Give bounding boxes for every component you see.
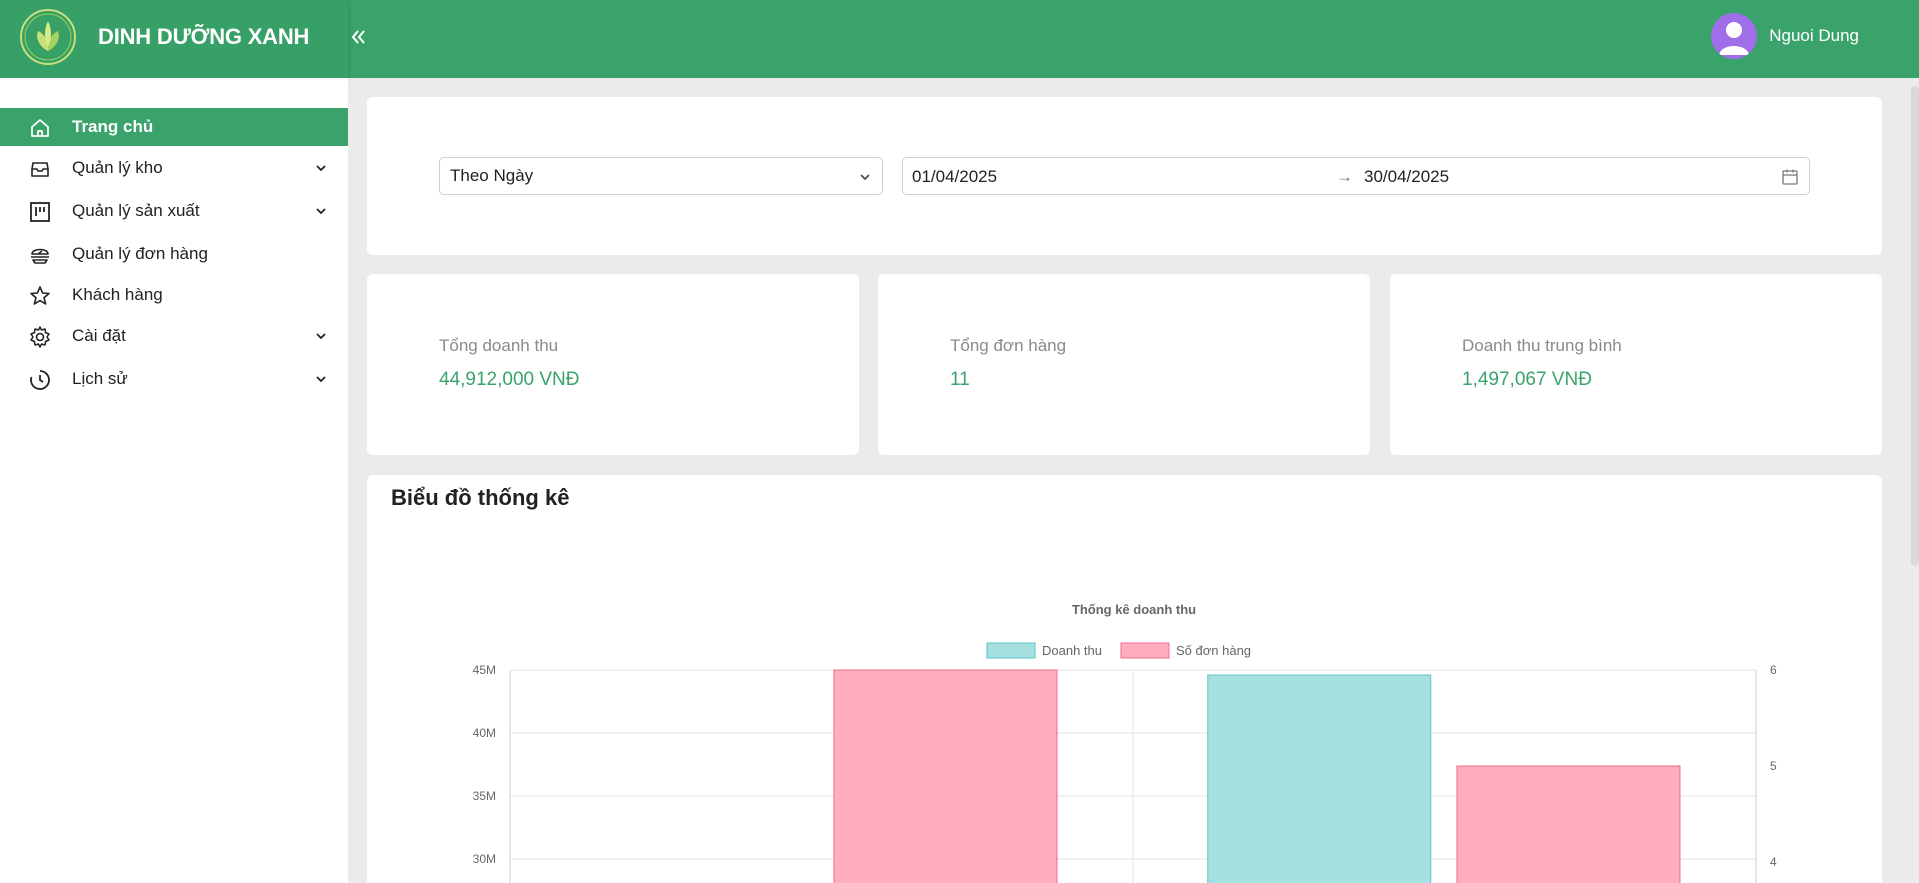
stat-label: Tổng đơn hàng <box>950 336 1067 355</box>
end-date-input[interactable]: 30/04/2025 <box>1364 167 1449 187</box>
stat-value: 11 <box>950 369 970 390</box>
y-left-tick-label: 35M <box>473 789 496 803</box>
legend-label: Doanh thu <box>1042 643 1102 658</box>
chart-bar <box>833 669 1058 883</box>
chevron-down-icon <box>860 174 870 181</box>
date-range-picker[interactable]: 01/04/2025 → 30/04/2025 <box>902 157 1810 195</box>
sidebar-item-history[interactable]: Lịch sử <box>0 360 348 398</box>
sidebar-item-orders[interactable]: Quản lý đơn hàng <box>0 235 348 273</box>
collapse-sidebar-icon[interactable] <box>348 22 370 52</box>
sidebar-item-production[interactable]: Quản lý sản xuất <box>0 192 348 230</box>
stat-label: Doanh thu trung bình <box>1462 336 1622 355</box>
home-icon <box>31 119 49 137</box>
leaf-logo-icon <box>20 9 76 65</box>
chevron-down-icon <box>316 208 326 215</box>
stat-value: 1,497,067 VNĐ <box>1462 369 1592 390</box>
chevron-down-icon <box>316 165 326 172</box>
brand-area: DINH DƯỠNG XANH <box>0 0 348 78</box>
star-icon <box>30 286 50 305</box>
period-select[interactable]: Theo Ngày <box>439 157 883 195</box>
chevron-down-icon <box>316 333 326 340</box>
stat-card-total-revenue: Tổng doanh thu 44,912,000 VNĐ <box>367 274 859 455</box>
legend-swatch <box>1120 642 1170 659</box>
range-arrow-icon: → <box>1336 167 1353 186</box>
y-left-tick-label: 40M <box>473 726 496 740</box>
sidebar-item-label: Quản lý kho <box>72 158 163 177</box>
stat-label: Tổng doanh thu <box>439 336 559 355</box>
sidebar-item-label: Quản lý sản xuất <box>72 201 200 220</box>
sidebar-item-label: Trang chủ <box>72 117 154 136</box>
chevron-down-icon <box>316 376 326 383</box>
y-right-tick-label: 6 <box>1770 663 1777 677</box>
sidebar-item-label: Khách hàng <box>72 285 163 304</box>
food-icon <box>31 248 49 264</box>
y-left-tick-label: 30M <box>473 852 496 866</box>
sidebar-item-warehouse[interactable]: Quản lý kho <box>0 149 348 187</box>
brand-name: DINH DƯỠNG XANH <box>98 24 310 49</box>
calendar-icon <box>1782 169 1798 185</box>
filter-card: Theo Ngày 01/04/2025 → 30/04/2025 <box>367 97 1882 255</box>
legend-label: Số đơn hàng <box>1176 643 1251 658</box>
period-select-value: Theo Ngày <box>450 166 534 185</box>
sidebar-item-settings[interactable]: Cài đặt <box>0 317 348 355</box>
user-name: Nguoi Dung <box>1769 26 1859 45</box>
inbox-icon <box>31 162 49 177</box>
board-icon <box>30 202 50 222</box>
chart-bar <box>1456 765 1681 883</box>
start-date-input[interactable]: 01/04/2025 <box>912 167 997 187</box>
chart-bar <box>1207 674 1432 883</box>
avatar[interactable] <box>1711 13 1758 59</box>
stat-value: 44,912,000 VNĐ <box>439 369 580 390</box>
sidebar-item-customers[interactable]: Khách hàng <box>0 276 348 314</box>
top-header: DINH DƯỠNG XANH Nguoi Dung <box>0 0 1919 78</box>
y-left-tick-label: 45M <box>473 663 496 677</box>
y-right-tick-label: 5 <box>1770 759 1777 773</box>
user-menu[interactable]: Nguoi Dung <box>1711 13 1859 59</box>
sidebar-item-label: Cài đặt <box>72 326 126 345</box>
gear-icon <box>30 326 50 348</box>
sidebar: Trang chủ Quản lý kho Quản lý sản xuất Q… <box>0 78 348 883</box>
revenue-chart: Thống kê doanh thuDoanh thu Số đơn hàng45… <box>473 602 1777 883</box>
stat-card-total-orders: Tổng đơn hàng 11 <box>878 274 1370 455</box>
sidebar-item-label: Quản lý đơn hàng <box>72 244 208 263</box>
user-icon <box>1719 22 1750 55</box>
chart-title: Thống kê doanh thu <box>1072 602 1196 617</box>
stat-card-average-revenue: Doanh thu trung bình 1,497,067 VNĐ <box>1390 274 1882 455</box>
y-right-tick-label: 4 <box>1770 855 1777 869</box>
legend-swatch <box>986 642 1036 659</box>
chart-card: Biểu đồ thống kê Thống kê doanh thu Doanh… <box>367 475 1882 883</box>
clock-icon <box>30 370 50 390</box>
sidebar-item-home[interactable]: Trang chủ <box>0 108 348 146</box>
page-scrollbar[interactable] <box>1911 86 1919 566</box>
sidebar-item-label: Lịch sử <box>72 369 128 388</box>
